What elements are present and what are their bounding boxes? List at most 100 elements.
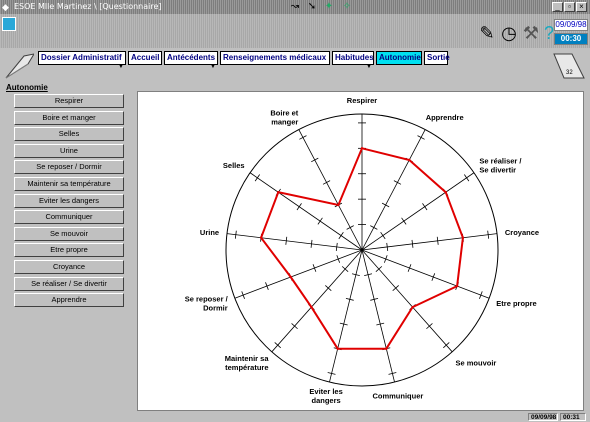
- need-button-3[interactable]: Selles: [14, 127, 124, 142]
- radar-chart-panel: Respirer Apprendre Se réaliser / Se diverti…: [137, 91, 584, 411]
- tab-ant-c-dents[interactable]: Antécédents: [164, 51, 218, 65]
- radar-tick: [317, 217, 323, 225]
- radar-axis-label: Se reposer / Dormir: [185, 295, 229, 313]
- radar-tick: [380, 232, 386, 240]
- chevron-down-icon[interactable]: ▼: [118, 64, 124, 70]
- tab-accueil[interactable]: Accueil: [128, 51, 162, 65]
- radar-tick: [346, 225, 354, 230]
- radar-axis-10: [234, 249, 363, 299]
- radar-tick: [338, 232, 344, 240]
- radar-axis-label: Maintenir sa température: [225, 354, 270, 372]
- tab-habitudes[interactable]: Habitudes: [332, 51, 374, 65]
- need-button-12[interactable]: Se réaliser / Se divertir: [14, 276, 124, 291]
- tool-icon[interactable]: ✦: [322, 1, 336, 13]
- page-curl-right-icon[interactable]: 32: [552, 50, 586, 82]
- radar-tick: [401, 217, 407, 225]
- radar-point-2: [408, 158, 411, 162]
- radar-chart: Respirer Apprendre Se réaliser / Se diverti…: [185, 96, 539, 405]
- minimize-button[interactable]: _: [552, 2, 563, 12]
- need-button-2[interactable]: Boire et manger: [14, 110, 124, 125]
- radar-tick: [254, 174, 260, 182]
- need-button-6[interactable]: Maintenir sa température: [14, 177, 124, 191]
- radar-axis-13: [298, 129, 363, 251]
- radar-point-8: [336, 347, 339, 350]
- radar-axis-label: Boire et manger: [270, 109, 298, 127]
- radar-axis-label: Se mouvoir: [456, 358, 497, 367]
- need-button-11[interactable]: Croyance: [14, 260, 124, 274]
- need-button-4[interactable]: Urine: [14, 143, 124, 158]
- need-button-7[interactable]: Eviter les dangers: [14, 193, 124, 208]
- tab-autonomie[interactable]: Autonomie: [376, 51, 422, 65]
- chevron-down-icon[interactable]: ▼: [210, 64, 216, 70]
- radar-tick: [285, 236, 288, 245]
- radar-point-5: [455, 284, 459, 288]
- tool-icon[interactable]: ✧: [340, 1, 354, 13]
- need-button-8[interactable]: Communiquer: [14, 210, 124, 225]
- radar-axis-9: [271, 249, 363, 353]
- chevron-down-icon[interactable]: ▼: [366, 64, 372, 70]
- tab-renseignements-m-dicaux[interactable]: Renseignements médicaux: [220, 51, 330, 65]
- need-button-5[interactable]: Se reposer / Dormir: [14, 160, 124, 175]
- radar-point-9: [310, 305, 313, 309]
- need-button-1[interactable]: Respirer: [14, 94, 124, 108]
- pin-icon[interactable]: ➘: [305, 1, 319, 13]
- radar-axis-2: [361, 129, 426, 251]
- radar-point-4: [461, 236, 465, 239]
- radar-tick: [370, 225, 378, 230]
- radar-point-6: [411, 305, 414, 309]
- radar-axis-label: Respirer: [347, 96, 378, 105]
- radar-tick: [296, 203, 302, 211]
- radar-tick: [322, 180, 331, 185]
- radar-tick: [487, 230, 490, 239]
- need-button-10[interactable]: Etre propre: [14, 243, 124, 258]
- radar-tick: [411, 239, 414, 248]
- radar-axis-label: Selles: [223, 161, 245, 170]
- status-time: 00:31: [560, 413, 586, 421]
- radar-tick: [464, 174, 470, 182]
- radar-axis-label: Se réaliser / Se divertir: [479, 156, 522, 174]
- radar-point-13: [337, 203, 340, 207]
- radar-axis-5: [361, 249, 490, 299]
- radar-tick: [335, 242, 338, 251]
- app-icon[interactable]: ◆: [2, 2, 12, 12]
- status-date: 09/09/98: [528, 413, 558, 421]
- route-icon[interactable]: ↝: [288, 1, 302, 13]
- need-button-13[interactable]: Apprendre: [14, 293, 124, 308]
- radar-tick: [234, 230, 237, 239]
- title-bar: ◆ ESOE Mlle Martinez \ [Questionnaire] ↝…: [0, 0, 590, 14]
- radar-axis-6: [361, 249, 453, 353]
- radar-tick: [393, 180, 402, 185]
- radar-tick: [386, 242, 389, 251]
- radar-tick: [311, 157, 319, 163]
- radar-axis-label: Eviter les dangers: [309, 387, 342, 405]
- radar-point-11: [259, 236, 263, 239]
- time-display: 00:30: [554, 33, 588, 45]
- radar-tick: [299, 135, 307, 140]
- page-curl-left-icon[interactable]: [4, 50, 34, 80]
- status-bar: [0, 413, 590, 421]
- radar-axis-label: Communiquer: [372, 392, 423, 401]
- svg-text:32: 32: [566, 70, 573, 76]
- tab-sortie[interactable]: Sortie: [424, 51, 450, 65]
- close-button[interactable]: ×: [576, 2, 587, 12]
- radar-axis-label: Etre propre: [496, 299, 536, 308]
- tab-dossier-administratif[interactable]: Dossier Administratif: [38, 51, 126, 65]
- radar-axis-label: Croyance: [505, 228, 539, 237]
- logo-icon: [2, 17, 16, 31]
- radar-tick: [381, 202, 390, 208]
- radar-point-3: [444, 191, 447, 194]
- radar-point-10: [289, 275, 292, 279]
- radar-point-1: [360, 147, 364, 150]
- radar-tick: [417, 135, 425, 140]
- window-title: ESOE Mlle Martinez \ [Questionnaire]: [14, 2, 162, 11]
- radar-tick: [310, 239, 313, 248]
- radar-axis-label: Urine: [200, 228, 219, 237]
- radar-point-7: [385, 347, 388, 350]
- radar-tick: [436, 236, 439, 245]
- maximize-button[interactable]: ▫: [564, 2, 575, 12]
- radar-tick: [422, 203, 428, 211]
- radar-point-12: [277, 191, 280, 194]
- section-title: Autonomie: [6, 83, 48, 92]
- radar-axis-label: Apprendre: [426, 113, 464, 122]
- need-button-9[interactable]: Se mouvoir: [14, 226, 124, 241]
